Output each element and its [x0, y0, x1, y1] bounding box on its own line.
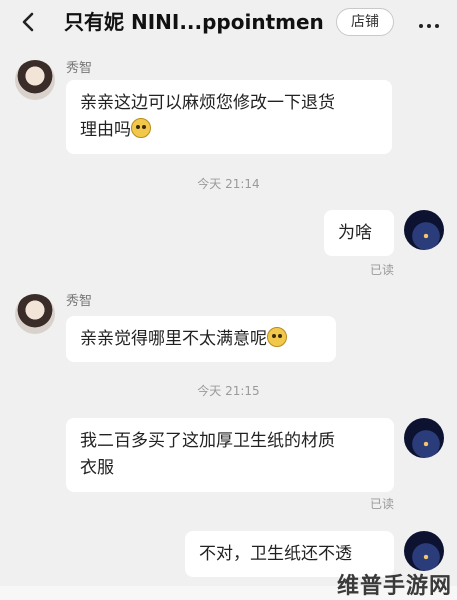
read-status: 已读	[370, 497, 395, 511]
outgoing-message-bubble[interactable]: 为啥	[324, 210, 394, 256]
message-text: 亲亲这边可以麻烦您修改一下退货 理由吗	[80, 93, 335, 140]
more-dots-icon	[417, 13, 441, 32]
incoming-message-bubble[interactable]: 亲亲这边可以麻烦您修改一下退货 理由吗	[66, 80, 392, 154]
smiling-cat-emoji-icon	[267, 327, 287, 347]
sender-name: 秀智	[66, 294, 93, 309]
message-timestamp: 今天 21:15	[197, 384, 260, 398]
message-timestamp: 今天 21:14	[197, 177, 260, 191]
more-options-button[interactable]	[416, 10, 442, 34]
smiling-cat-emoji-icon	[131, 118, 151, 138]
incoming-message-bubble[interactable]: 亲亲觉得哪里不太满意呢	[66, 316, 336, 362]
outgoing-message-bubble[interactable]: 我二百多买了这加厚卫生纸的材质 衣服	[66, 418, 394, 492]
seller-avatar[interactable]	[15, 294, 55, 334]
user-avatar[interactable]	[404, 531, 444, 571]
message-text: 为啥	[338, 223, 372, 243]
shop-button[interactable]: 店铺	[336, 8, 394, 36]
sender-name: 秀智	[66, 61, 93, 76]
message-text: 亲亲觉得哪里不太满意呢	[80, 329, 267, 349]
back-button[interactable]	[14, 8, 42, 36]
chat-header: 只有妮 NINI...ppointment 店铺	[0, 0, 457, 44]
chat-title: 只有妮 NINI...ppointment	[64, 10, 324, 34]
user-avatar[interactable]	[404, 418, 444, 458]
site-watermark: 维普手游网	[336, 574, 452, 599]
chevron-left-icon	[22, 12, 34, 32]
read-status: 已读	[370, 263, 395, 277]
message-text: 不对，卫生纸还不透	[199, 544, 352, 564]
seller-avatar[interactable]	[15, 60, 55, 100]
message-text: 我二百多买了这加厚卫生纸的材质 衣服	[80, 431, 335, 478]
user-avatar[interactable]	[404, 210, 444, 250]
